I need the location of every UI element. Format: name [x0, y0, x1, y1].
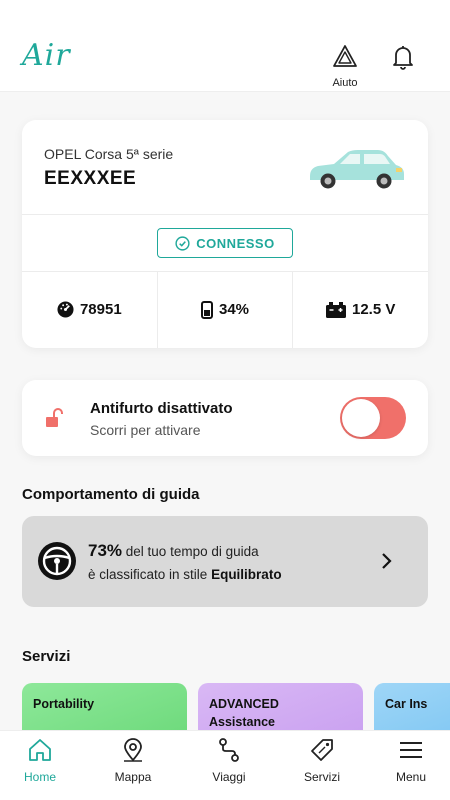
home-icon	[29, 739, 51, 761]
vehicle-plate: EEXXXEE	[44, 168, 137, 189]
vehicle-stats: 78951 34% 12.5 V	[22, 271, 428, 348]
driving-line1-text: del tuo tempo di guida	[122, 544, 259, 559]
service-label: Car Ins	[385, 697, 428, 711]
fuel-value: 34%	[218, 301, 250, 318]
bottom-tab-bar: Home Mappa Viaggi Servizi Menu	[0, 730, 450, 800]
odometer-stat: 78951	[22, 271, 157, 348]
tag-icon	[311, 739, 333, 761]
antitheft-title: Antifurto disattivato	[90, 400, 233, 417]
tab-label: Menu	[395, 770, 427, 784]
fuel-stat: 34%	[156, 271, 293, 348]
driving-line2-text: è classificato in stile	[88, 567, 212, 582]
car-icon	[310, 150, 404, 189]
speedometer-icon	[57, 301, 74, 318]
service-label: Assistance	[209, 715, 276, 729]
antitheft-card: Antifurto disattivato Scorri per attivar…	[22, 380, 428, 456]
fuel-level-icon	[200, 300, 213, 319]
warning-triangle-icon	[333, 45, 357, 67]
unlocked-padlock-icon	[46, 408, 63, 427]
toggle-knob[interactable]	[342, 399, 380, 437]
vehicle-card[interactable]: OPEL Corsa 5ª serie EEXXXEE CONNESSO 789…	[22, 120, 428, 348]
route-icon	[219, 738, 239, 762]
app-header: Air Aiuto	[0, 0, 450, 92]
connection-status-text: CONNESSO	[196, 235, 275, 251]
driving-percent: 73%	[88, 541, 123, 560]
battery-value: 12.5 V	[351, 301, 396, 318]
service-label: Portability	[33, 697, 95, 711]
driving-section-title: Comportamento di guida	[22, 486, 200, 503]
car-battery-icon	[325, 301, 346, 318]
tab-label: Mappa	[114, 770, 152, 784]
services-section-title: Servizi	[22, 648, 71, 665]
bell-icon	[393, 46, 413, 70]
odometer-value: 78951	[79, 301, 122, 318]
driving-summary-line2: è classificato in stile Equilibrato	[88, 567, 282, 582]
app-logo: Air	[22, 38, 71, 73]
vehicle-model: OPEL Corsa 5ª serie	[44, 146, 174, 162]
antitheft-toggle[interactable]	[340, 397, 406, 439]
tab-home[interactable]: Home	[5, 737, 75, 784]
tab-services[interactable]: Servizi	[287, 737, 357, 784]
antitheft-subtitle: Scorri per attivare	[90, 422, 201, 438]
hamburger-icon	[400, 742, 422, 758]
driving-summary-line1: 73% del tuo tempo di guida	[88, 541, 259, 561]
tab-trips[interactable]: Viaggi	[194, 737, 264, 784]
tab-map[interactable]: Mappa	[98, 737, 168, 784]
check-circle-icon	[175, 235, 190, 251]
tab-label: Home	[23, 770, 56, 784]
tab-menu[interactable]: Menu	[376, 737, 446, 784]
help-label: Aiuto	[332, 77, 358, 89]
driving-style: Equilibrato	[211, 567, 282, 582]
chevron-right-icon	[382, 553, 392, 569]
driving-behaviour-card[interactable]: 73% del tuo tempo di guida è classificat…	[22, 516, 428, 607]
service-label: ADVANCED	[209, 697, 279, 711]
map-pin-icon	[124, 738, 142, 762]
steering-wheel-icon	[38, 542, 76, 580]
tab-label: Servizi	[303, 770, 340, 784]
connection-status-badge: CONNESSO	[157, 228, 293, 258]
card-divider	[22, 214, 428, 215]
notifications-button[interactable]	[390, 44, 416, 75]
help-button[interactable]: Aiuto	[326, 44, 364, 89]
battery-stat: 12.5 V	[292, 271, 428, 348]
tab-label: Viaggi	[212, 770, 246, 784]
